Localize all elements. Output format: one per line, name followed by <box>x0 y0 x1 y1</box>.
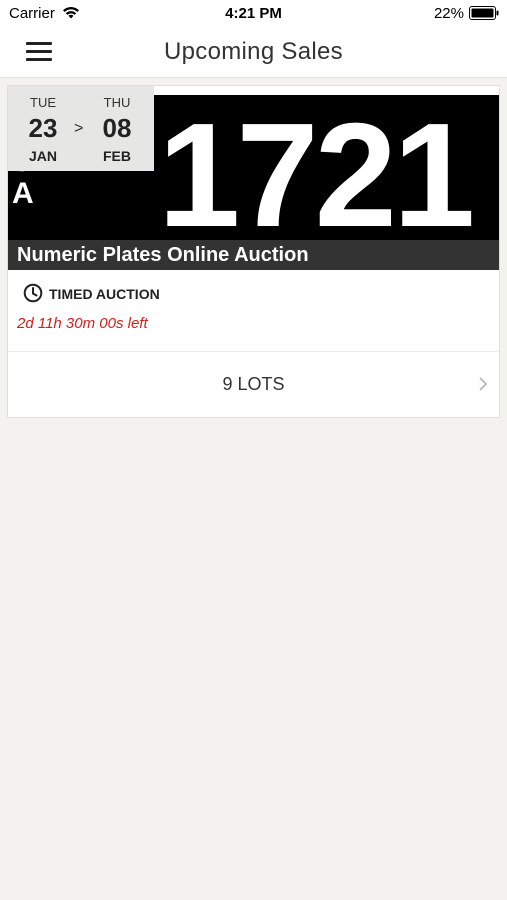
page-title: Upcoming Sales <box>164 38 343 65</box>
end-month: FEB <box>103 148 131 164</box>
sale-title: Numeric Plates Online Auction <box>17 244 309 266</box>
clock-time: 4:21 PM <box>225 5 282 22</box>
battery-percent: 22% <box>433 5 464 22</box>
countdown-timer: 2d 11h 30m 00s left <box>17 315 148 332</box>
battery-icon <box>469 6 499 20</box>
end-day-name: THU <box>103 95 131 110</box>
end-day: 08 <box>102 113 132 143</box>
clock-icon <box>23 283 43 303</box>
start-month: JAN <box>28 148 57 164</box>
lots-count-label: 9 LOTS <box>222 374 285 394</box>
plate-number: 1721 <box>158 93 475 258</box>
sale-hero-image[interactable]: S A 1721 Numeric Plates Online Auction T… <box>8 86 499 272</box>
chevron-right-icon <box>479 377 488 391</box>
start-day: 23 <box>28 113 58 143</box>
sale-date-range: TUE 23 JAN > THU 08 FEB <box>8 86 154 171</box>
auction-type-label: TIMED AUCTION <box>49 286 160 302</box>
navigation-bar: Upcoming Sales <box>0 28 507 78</box>
sale-card[interactable]: S A 1721 Numeric Plates Online Auction T… <box>7 85 500 418</box>
start-day-name: TUE <box>30 95 56 110</box>
sale-info: TIMED AUCTION 2d 11h 30m 00s left <box>8 272 499 352</box>
status-bar: Carrier 4:21 PM 22% <box>0 0 507 28</box>
date-separator: > <box>74 120 84 137</box>
lots-button[interactable]: 9 LOTS <box>8 352 499 417</box>
